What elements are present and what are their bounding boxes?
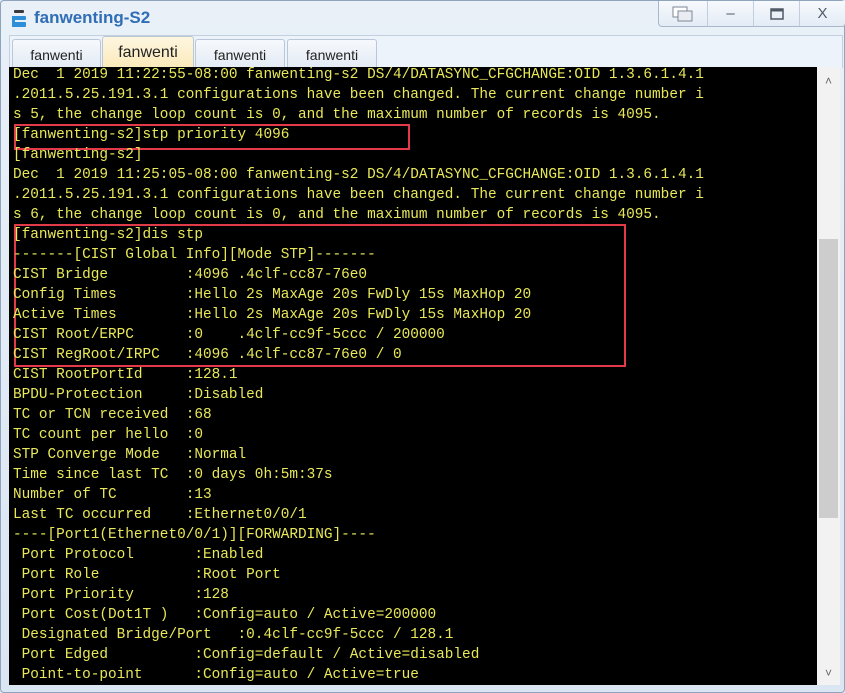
terminal-line: STP Converge Mode :Normal [13,447,247,463]
tab-session-3[interactable]: fanwenti [195,39,285,69]
window-title: fanwenting-S2 [34,8,151,27]
terminal-line: TC count per hello :0 [13,427,203,443]
terminal-line: CIST RegRoot/IRPC :4096 .4clf-cc87-76e0 … [13,347,402,363]
scroll-down-button[interactable]: ˅ [817,663,840,683]
terminal-line: Last TC occurred :Ethernet0/0/1 [13,507,307,523]
minimize-button[interactable]: – [707,1,753,26]
terminal-line: BPDU-Protection :Disabled [13,387,264,403]
vertical-scrollbar[interactable]: ˄ ˅ [817,67,840,685]
terminal-line: s 6, the change loop count is 0, and the… [13,207,661,223]
terminal-line: Port Role :Root Port [13,567,281,583]
minimize-icon: – [726,5,735,22]
scroll-up-button[interactable]: ˄ [817,71,840,91]
tab-label: fanwenti [305,46,359,63]
terminal-line: [fanwenting-s2] [13,147,143,163]
restore-layout-button[interactable] [659,1,707,26]
terminal-line: Port Edged :Config=default / Active=disa… [13,647,480,663]
terminal-line: Config Times :Hello 2s MaxAge 20s FwDly … [13,287,532,303]
terminal-line: ----[Port1(Ethernet0/0/1)][FORWARDING]--… [13,527,376,543]
maximize-button[interactable] [753,1,799,26]
terminal-line: Time since last TC :0 days 0h:5m:37s [13,467,333,483]
terminal-line: s 5, the change loop count is 0, and the… [13,107,661,123]
restore-windows-icon [672,6,693,21]
terminal-line: [fanwenting-s2]stp priority 4096 [13,127,290,143]
close-icon: X [817,5,828,22]
terminal-line: Active Times :Hello 2s MaxAge 20s FwDly … [13,307,532,323]
terminal-line: Point-to-point :Config=auto / Active=tru… [13,667,419,683]
terminal-output[interactable]: Dec 1 2019 11:22:55-08:00 fanwenting-s2 … [9,67,817,685]
terminal-line: Dec 1 2019 11:22:55-08:00 fanwenting-s2 … [13,67,704,83]
terminal-line: .2011.5.25.191.3.1 configurations have b… [13,187,704,203]
terminal-line: CIST Bridge :4096 .4clf-cc87-76e0 [13,267,368,283]
terminal-line: .2011.5.25.191.3.1 configurations have b… [13,87,704,103]
tab-session-2[interactable]: fanwenti [102,36,194,69]
maximize-icon [769,7,784,20]
terminal-line: Port Cost(Dot1T ) :Config=auto / Active=… [13,607,437,623]
terminal-line: Dec 1 2019 11:25:05-08:00 fanwenting-s2 … [13,167,704,183]
terminal-line: CIST Root/ERPC :0 .4clf-cc9f-5ccc / 2000… [13,327,445,343]
window-controls: – X [658,1,845,27]
network-device-icon [12,10,26,27]
tab-label: fanwenti [118,44,178,61]
terminal-line: Port Priority :128 [13,587,229,603]
chevron-down-icon: ˅ [824,666,832,680]
tab-session-4[interactable]: fanwenti [287,39,377,69]
tab-session-1[interactable]: fanwenti [12,39,101,69]
terminal-line: Designated Bridge/Port :0.4clf-cc9f-5ccc… [13,627,454,643]
chevron-up-icon: ˄ [824,74,832,88]
scroll-thumb[interactable] [819,239,838,519]
tab-label: fanwenti [30,46,83,63]
terminal-line: [fanwenting-s2]dis stp [13,227,203,243]
terminal-line: TC or TCN received :68 [13,407,212,423]
session-tab-bar: fanwenti fanwenti fanwenti fanwenti [9,35,843,69]
terminal-line: CIST RootPortId :128.1 [13,367,238,383]
terminal-line: Number of TC :13 [13,487,212,503]
terminal-line: Port Protocol :Enabled [13,547,264,563]
tab-label: fanwenti [213,46,267,63]
terminal-line: -------[CIST Global Info][Mode STP]-----… [13,247,376,263]
close-button[interactable]: X [799,1,845,26]
terminal-window: fanwenting-S2 – X fanwenti fanwenti fanw… [0,0,845,693]
title-bar[interactable]: fanwenting-S2 – X [1,1,845,34]
